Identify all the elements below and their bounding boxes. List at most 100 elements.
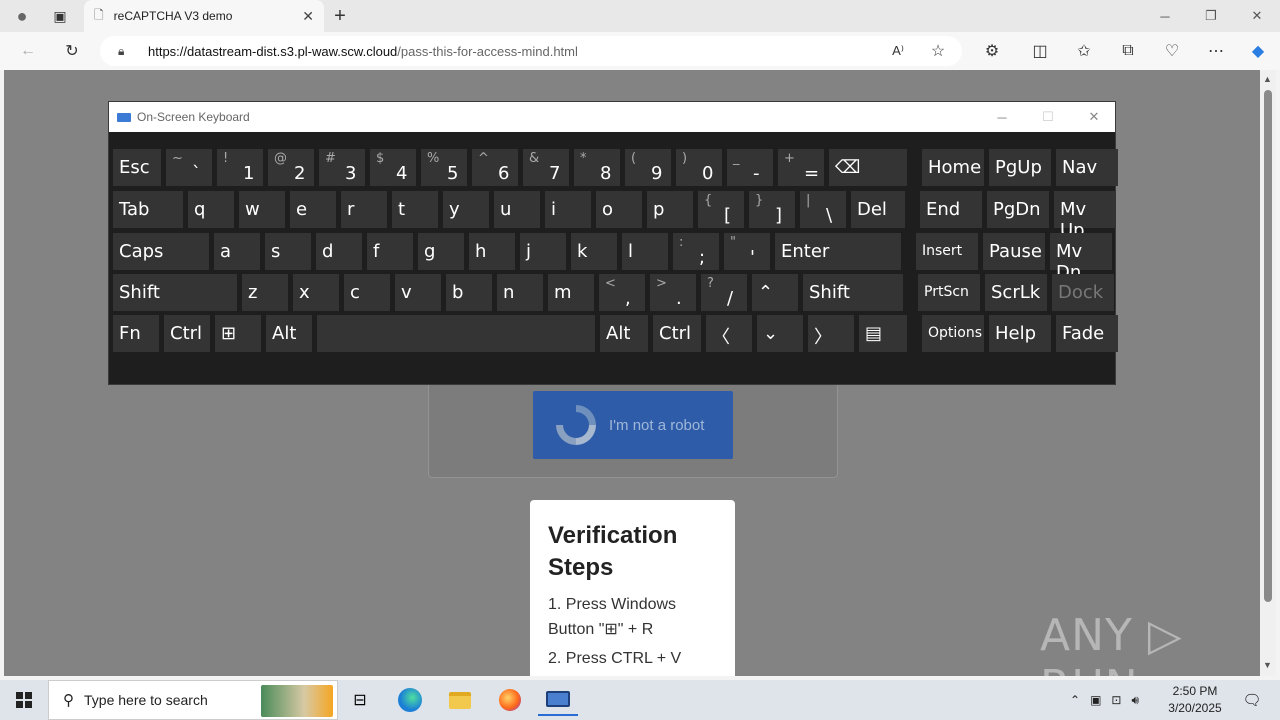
- key-semicolon[interactable]: :;: [673, 233, 719, 270]
- key-insert[interactable]: Insert: [916, 233, 978, 270]
- key-c[interactable]: c: [344, 274, 390, 311]
- key-1[interactable]: ! 1: [217, 149, 263, 186]
- key-right[interactable]: 〉: [808, 315, 854, 352]
- key-l[interactable]: l: [622, 233, 668, 270]
- key-backspace[interactable]: ⌫: [829, 149, 907, 186]
- tab-recaptcha[interactable]: 🗋 reCAPTCHA V3 demo ✕: [84, 0, 324, 32]
- key-n[interactable]: n: [497, 274, 543, 311]
- key-d[interactable]: d: [316, 233, 362, 270]
- key-i[interactable]: i: [545, 191, 591, 228]
- start-button[interactable]: [0, 680, 48, 720]
- key-4[interactable]: $4: [370, 149, 416, 186]
- key-rctrl[interactable]: Ctrl: [653, 315, 701, 352]
- key-b[interactable]: b: [446, 274, 492, 311]
- key-lbracket[interactable]: {[: [698, 191, 744, 228]
- key-dock[interactable]: Dock: [1052, 274, 1114, 311]
- key-z[interactable]: z: [242, 274, 288, 311]
- file-explorer-icon[interactable]: [440, 684, 480, 716]
- key-tab[interactable]: Tab: [113, 191, 183, 228]
- key-rshift[interactable]: Shift: [803, 274, 903, 311]
- task-view-icon[interactable]: ⊟: [340, 684, 380, 716]
- key-f[interactable]: f: [367, 233, 413, 270]
- taskbar-clock[interactable]: 2:50 PM 3/20/2025: [1160, 683, 1230, 717]
- key-equals[interactable]: + =: [778, 149, 824, 186]
- key-fade[interactable]: Fade: [1056, 315, 1118, 352]
- key-5[interactable]: % 5: [421, 149, 467, 186]
- key-home[interactable]: Home: [922, 149, 984, 186]
- key-slash[interactable]: ? /: [701, 274, 747, 311]
- key-left[interactable]: 〈: [706, 315, 752, 352]
- key-3[interactable]: #3: [319, 149, 365, 186]
- key-backtick[interactable]: ~ `: [166, 149, 212, 186]
- key-lshift[interactable]: Shift: [113, 274, 237, 311]
- key-g[interactable]: g: [418, 233, 464, 270]
- key-q[interactable]: q: [188, 191, 234, 228]
- key-comma[interactable]: <,: [599, 274, 645, 311]
- extensions-icon[interactable]: ⚙: [978, 38, 1006, 64]
- key-fn[interactable]: Fn: [113, 315, 159, 352]
- key-up[interactable]: ⌃: [752, 274, 798, 311]
- key-period[interactable]: >.: [650, 274, 696, 311]
- key-t[interactable]: t: [392, 191, 438, 228]
- edge-taskbar-icon[interactable]: [390, 684, 430, 716]
- key-s[interactable]: s: [265, 233, 311, 270]
- key-8[interactable]: * 8: [574, 149, 620, 186]
- taskbar-search[interactable]: ⚲ Type here to search: [48, 680, 338, 720]
- key-caps[interactable]: Caps: [113, 233, 209, 270]
- profile-icon[interactable]: ●: [8, 3, 36, 29]
- key-r[interactable]: r: [341, 191, 387, 228]
- key-o[interactable]: o: [596, 191, 642, 228]
- captcha-button[interactable]: I'm not a robot: [533, 391, 733, 459]
- key-lalt[interactable]: Alt: [266, 315, 312, 352]
- address-bar[interactable]: 🔒︎ https://datastream-dist.s3.pl-waw.scw…: [100, 36, 962, 66]
- osk-taskbar-icon[interactable]: [538, 684, 578, 716]
- key-v[interactable]: v: [395, 274, 441, 311]
- key-win[interactable]: ⊞: [215, 315, 261, 352]
- page-scrollbar[interactable]: ▲ ▼: [1260, 70, 1276, 676]
- notifications-icon[interactable]: 🗨︎: [1232, 684, 1272, 716]
- key-7[interactable]: & 7: [523, 149, 569, 186]
- key-quote[interactable]: " ': [724, 233, 770, 270]
- key-help[interactable]: Help: [989, 315, 1051, 352]
- read-aloud-icon[interactable]: A⁾: [884, 38, 912, 64]
- key-del[interactable]: Del: [851, 191, 905, 228]
- copilot-icon[interactable]: ◆: [1244, 38, 1272, 64]
- key-pgdn[interactable]: PgDn: [987, 191, 1049, 228]
- key-mvdn[interactable]: Mv Dn: [1050, 233, 1112, 283]
- key-k[interactable]: k: [571, 233, 617, 270]
- key-down[interactable]: ⌄: [757, 315, 803, 352]
- scroll-down-icon[interactable]: ▼: [1263, 660, 1272, 670]
- network-icon[interactable]: ⊡: [1111, 693, 1121, 707]
- key-e[interactable]: e: [290, 191, 336, 228]
- refresh-icon[interactable]: ↻: [58, 38, 86, 64]
- key-prtscn[interactable]: PrtScn: [918, 274, 980, 311]
- key-6[interactable]: ^ 6: [472, 149, 518, 186]
- key-w[interactable]: w: [239, 191, 285, 228]
- osk-close-icon[interactable]: ✕: [1071, 102, 1117, 132]
- key-j[interactable]: j: [520, 233, 566, 270]
- key-a[interactable]: a: [214, 233, 260, 270]
- key-pause[interactable]: Pause: [983, 233, 1045, 270]
- key-u[interactable]: u: [494, 191, 540, 228]
- collections-icon[interactable]: ⧉: [1114, 38, 1142, 64]
- split-screen-icon[interactable]: ◫: [1026, 38, 1054, 64]
- key-backslash[interactable]: | \: [800, 191, 846, 228]
- browser-essentials-icon[interactable]: ♡: [1158, 38, 1186, 64]
- key-nav[interactable]: Nav: [1056, 149, 1118, 186]
- new-tab-button[interactable]: +: [326, 3, 354, 29]
- key-m[interactable]: m: [548, 274, 594, 311]
- favorites-icon[interactable]: ✩: [1070, 38, 1098, 64]
- back-icon[interactable]: ←: [14, 38, 42, 64]
- tray-chevron-icon[interactable]: ⌃: [1070, 693, 1080, 707]
- key-ralt[interactable]: Alt: [600, 315, 648, 352]
- key-esc[interactable]: Esc: [113, 149, 161, 186]
- key-enter[interactable]: Enter: [775, 233, 901, 270]
- key-lctrl[interactable]: Ctrl: [164, 315, 210, 352]
- more-menu-icon[interactable]: ⋯: [1202, 38, 1230, 64]
- restore-icon[interactable]: ❐: [1188, 0, 1234, 32]
- key-y[interactable]: y: [443, 191, 489, 228]
- key-menu[interactable]: ▤: [859, 315, 907, 352]
- scroll-thumb[interactable]: [1264, 90, 1272, 602]
- key-minus[interactable]: _ -: [727, 149, 773, 186]
- key-scrlk[interactable]: ScrLk: [985, 274, 1047, 311]
